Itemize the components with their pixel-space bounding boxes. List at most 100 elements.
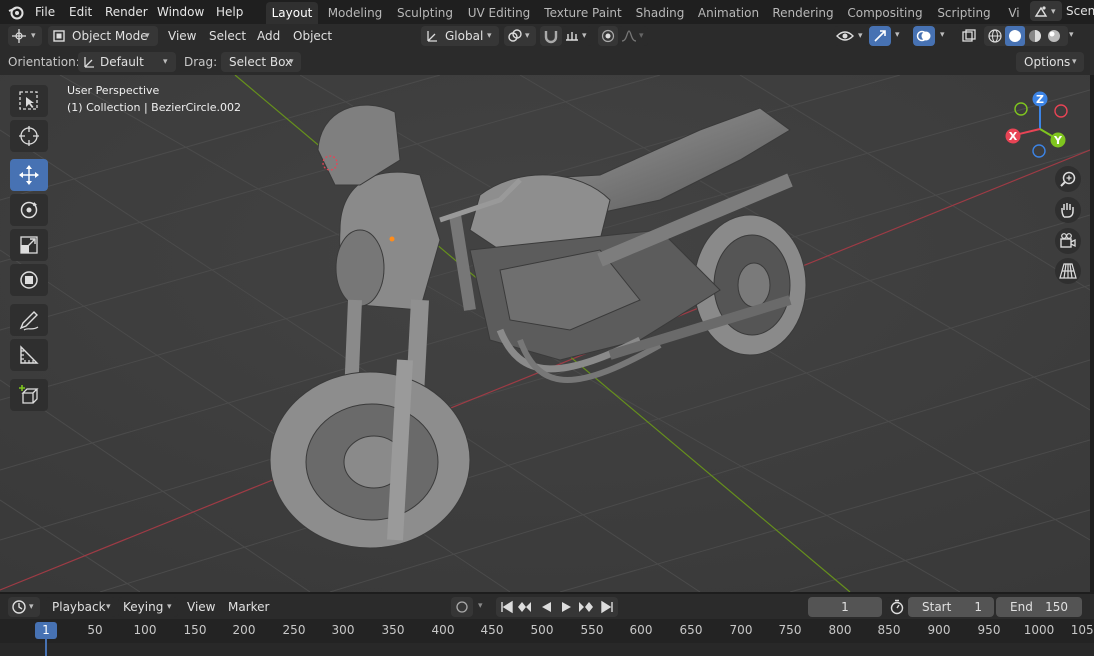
menu-edit[interactable]: Edit xyxy=(69,3,92,21)
gizmo-dropdown-chevron-icon[interactable]: ▾ xyxy=(895,30,900,40)
timeline-ruler[interactable]: 1 50 100 150 200 250 300 350 400 450 500… xyxy=(0,619,1094,656)
shading-dropdown-chevron-icon[interactable]: ▾ xyxy=(1069,30,1074,40)
jump-end-icon[interactable] xyxy=(600,600,614,614)
timeline-menu-view[interactable]: View xyxy=(187,597,215,617)
select-box-tool[interactable] xyxy=(10,85,48,117)
chevron-down-icon: ▾ xyxy=(1051,7,1056,17)
end-frame-field[interactable]: End 150 xyxy=(996,597,1082,617)
cursor-crosshair-icon xyxy=(19,126,39,146)
overlays-toggle-button[interactable] xyxy=(913,26,935,46)
tab-rendering[interactable]: Rendering xyxy=(770,2,836,24)
camera-view-button[interactable] xyxy=(1055,228,1081,254)
menu-window[interactable]: Window xyxy=(157,3,204,21)
snap-toggle-button[interactable] xyxy=(540,26,562,46)
menu-add[interactable]: Add xyxy=(257,26,280,46)
keying-menu[interactable]: Keying ▾ xyxy=(118,597,178,617)
proportional-editing-toggle[interactable] xyxy=(598,26,618,46)
playback-menu[interactable]: Playback ▾ xyxy=(46,597,116,617)
timeline-editor-type-button[interactable]: ▾ xyxy=(8,597,40,617)
menu-file[interactable]: File xyxy=(35,3,55,21)
3d-viewport[interactable]: User Perspective (1) Collection | Bezier… xyxy=(0,75,1090,592)
ruler-tick: 350 xyxy=(381,623,405,637)
next-keyframe-icon[interactable] xyxy=(578,600,594,614)
ortho-toggle-button[interactable] xyxy=(1055,258,1081,284)
start-frame-field[interactable]: Start 1 xyxy=(908,597,994,617)
pan-view-button[interactable] xyxy=(1055,197,1081,223)
overlays-dropdown-chevron-icon[interactable]: ▾ xyxy=(940,30,945,40)
move-tool[interactable] xyxy=(10,159,48,191)
prev-keyframe-icon[interactable] xyxy=(517,600,533,614)
rotate-icon xyxy=(20,201,38,219)
navigation-gizmo[interactable]: Z Y X xyxy=(1003,91,1077,165)
object-mode-dropdown[interactable]: Object Mode ▾ xyxy=(48,26,158,46)
keying-label: Keying xyxy=(123,600,164,614)
scale-tool[interactable] xyxy=(10,229,48,261)
scene-selector-button[interactable]: ▾ xyxy=(1030,1,1062,21)
drag-dropdown[interactable]: Select Box ▾ xyxy=(221,52,301,72)
gizmo-toggle-button[interactable] xyxy=(869,26,891,46)
object-mode-label: Object Mode xyxy=(72,29,148,43)
menu-view[interactable]: View xyxy=(168,26,196,46)
menu-help[interactable]: Help xyxy=(216,3,243,21)
play-reverse-icon[interactable] xyxy=(539,600,553,614)
timeline-menu-marker[interactable]: Marker xyxy=(228,597,269,617)
tab-sculpting[interactable]: Sculpting xyxy=(393,2,457,24)
tab-shading[interactable]: Shading xyxy=(632,2,688,24)
viewport-grid xyxy=(0,75,1090,592)
tab-layout[interactable]: Layout xyxy=(266,2,318,24)
menu-object[interactable]: Object xyxy=(293,26,332,46)
tab-scripting[interactable]: Scripting xyxy=(934,2,994,24)
tab-compositing[interactable]: Compositing xyxy=(843,2,927,24)
jump-start-icon[interactable] xyxy=(500,600,514,614)
transform-orientation-dropdown[interactable]: Global ▾ xyxy=(421,26,499,46)
ruler-tick: 50 xyxy=(87,623,103,637)
object-visibility-dropdown[interactable]: ▾ xyxy=(834,26,870,46)
chevron-down-icon: ▾ xyxy=(145,31,150,41)
xray-toggle-button[interactable] xyxy=(958,26,980,46)
scale-icon xyxy=(20,236,38,254)
current-frame-field[interactable]: 1 xyxy=(808,597,882,617)
material-preview-shading-icon[interactable] xyxy=(1027,28,1043,44)
add-cube-tool[interactable] xyxy=(10,379,48,411)
pivot-point-dropdown[interactable]: ▾ xyxy=(504,26,536,46)
start-frame-label: Start xyxy=(922,600,952,614)
measure-tool[interactable] xyxy=(10,339,48,371)
tab-texture-paint[interactable]: Texture Paint xyxy=(541,2,625,24)
gizmo-x-label: X xyxy=(1009,130,1018,143)
falloff-curve-icon xyxy=(621,30,637,42)
ruler-tick: 100 xyxy=(133,623,157,637)
tab-overflow[interactable]: Vi xyxy=(1002,2,1026,24)
keying-set-chevron-icon[interactable]: ▾ xyxy=(478,601,483,611)
ruler-tick: 1000 xyxy=(1023,623,1055,637)
auto-keying-toggle[interactable] xyxy=(451,597,473,617)
rendered-shading-icon[interactable] xyxy=(1046,28,1062,44)
playhead-line xyxy=(45,639,47,656)
cursor-tool[interactable] xyxy=(10,120,48,152)
scene-name-field[interactable]: Scen xyxy=(1066,1,1094,21)
menu-select[interactable]: Select xyxy=(209,26,246,46)
tab-animation[interactable]: Animation xyxy=(695,2,762,24)
playhead-frame-badge[interactable]: 1 xyxy=(35,622,57,639)
annotate-tool[interactable] xyxy=(10,304,48,336)
orientation-axes-icon xyxy=(427,31,437,42)
move-arrows-icon xyxy=(19,165,39,185)
tab-modeling[interactable]: Modeling xyxy=(324,2,386,24)
wireframe-shading-icon[interactable] xyxy=(987,28,1003,44)
ruler-tick: 250 xyxy=(282,623,306,637)
solid-shading-icon[interactable] xyxy=(1005,26,1025,46)
zoom-view-button[interactable] xyxy=(1055,166,1081,192)
editor-type-button[interactable]: ▾ xyxy=(8,26,42,46)
blender-logo-icon[interactable] xyxy=(8,4,24,23)
menu-render[interactable]: Render xyxy=(105,3,148,21)
orientation-dropdown[interactable]: Default ▾ xyxy=(78,52,176,72)
chevron-down-icon: ▾ xyxy=(487,31,492,41)
transform-tool[interactable] xyxy=(10,264,48,296)
snap-target-dropdown[interactable]: ▾ xyxy=(562,26,592,46)
options-dropdown[interactable]: Options ▾ xyxy=(1016,52,1084,72)
play-icon[interactable] xyxy=(559,600,573,614)
tab-uv-editing[interactable]: UV Editing xyxy=(464,2,534,24)
rotate-tool[interactable] xyxy=(10,194,48,226)
proportional-falloff-dropdown[interactable]: ▾ xyxy=(618,26,648,46)
timeline-track-area xyxy=(0,643,1094,656)
preview-range-toggle[interactable] xyxy=(886,597,908,617)
